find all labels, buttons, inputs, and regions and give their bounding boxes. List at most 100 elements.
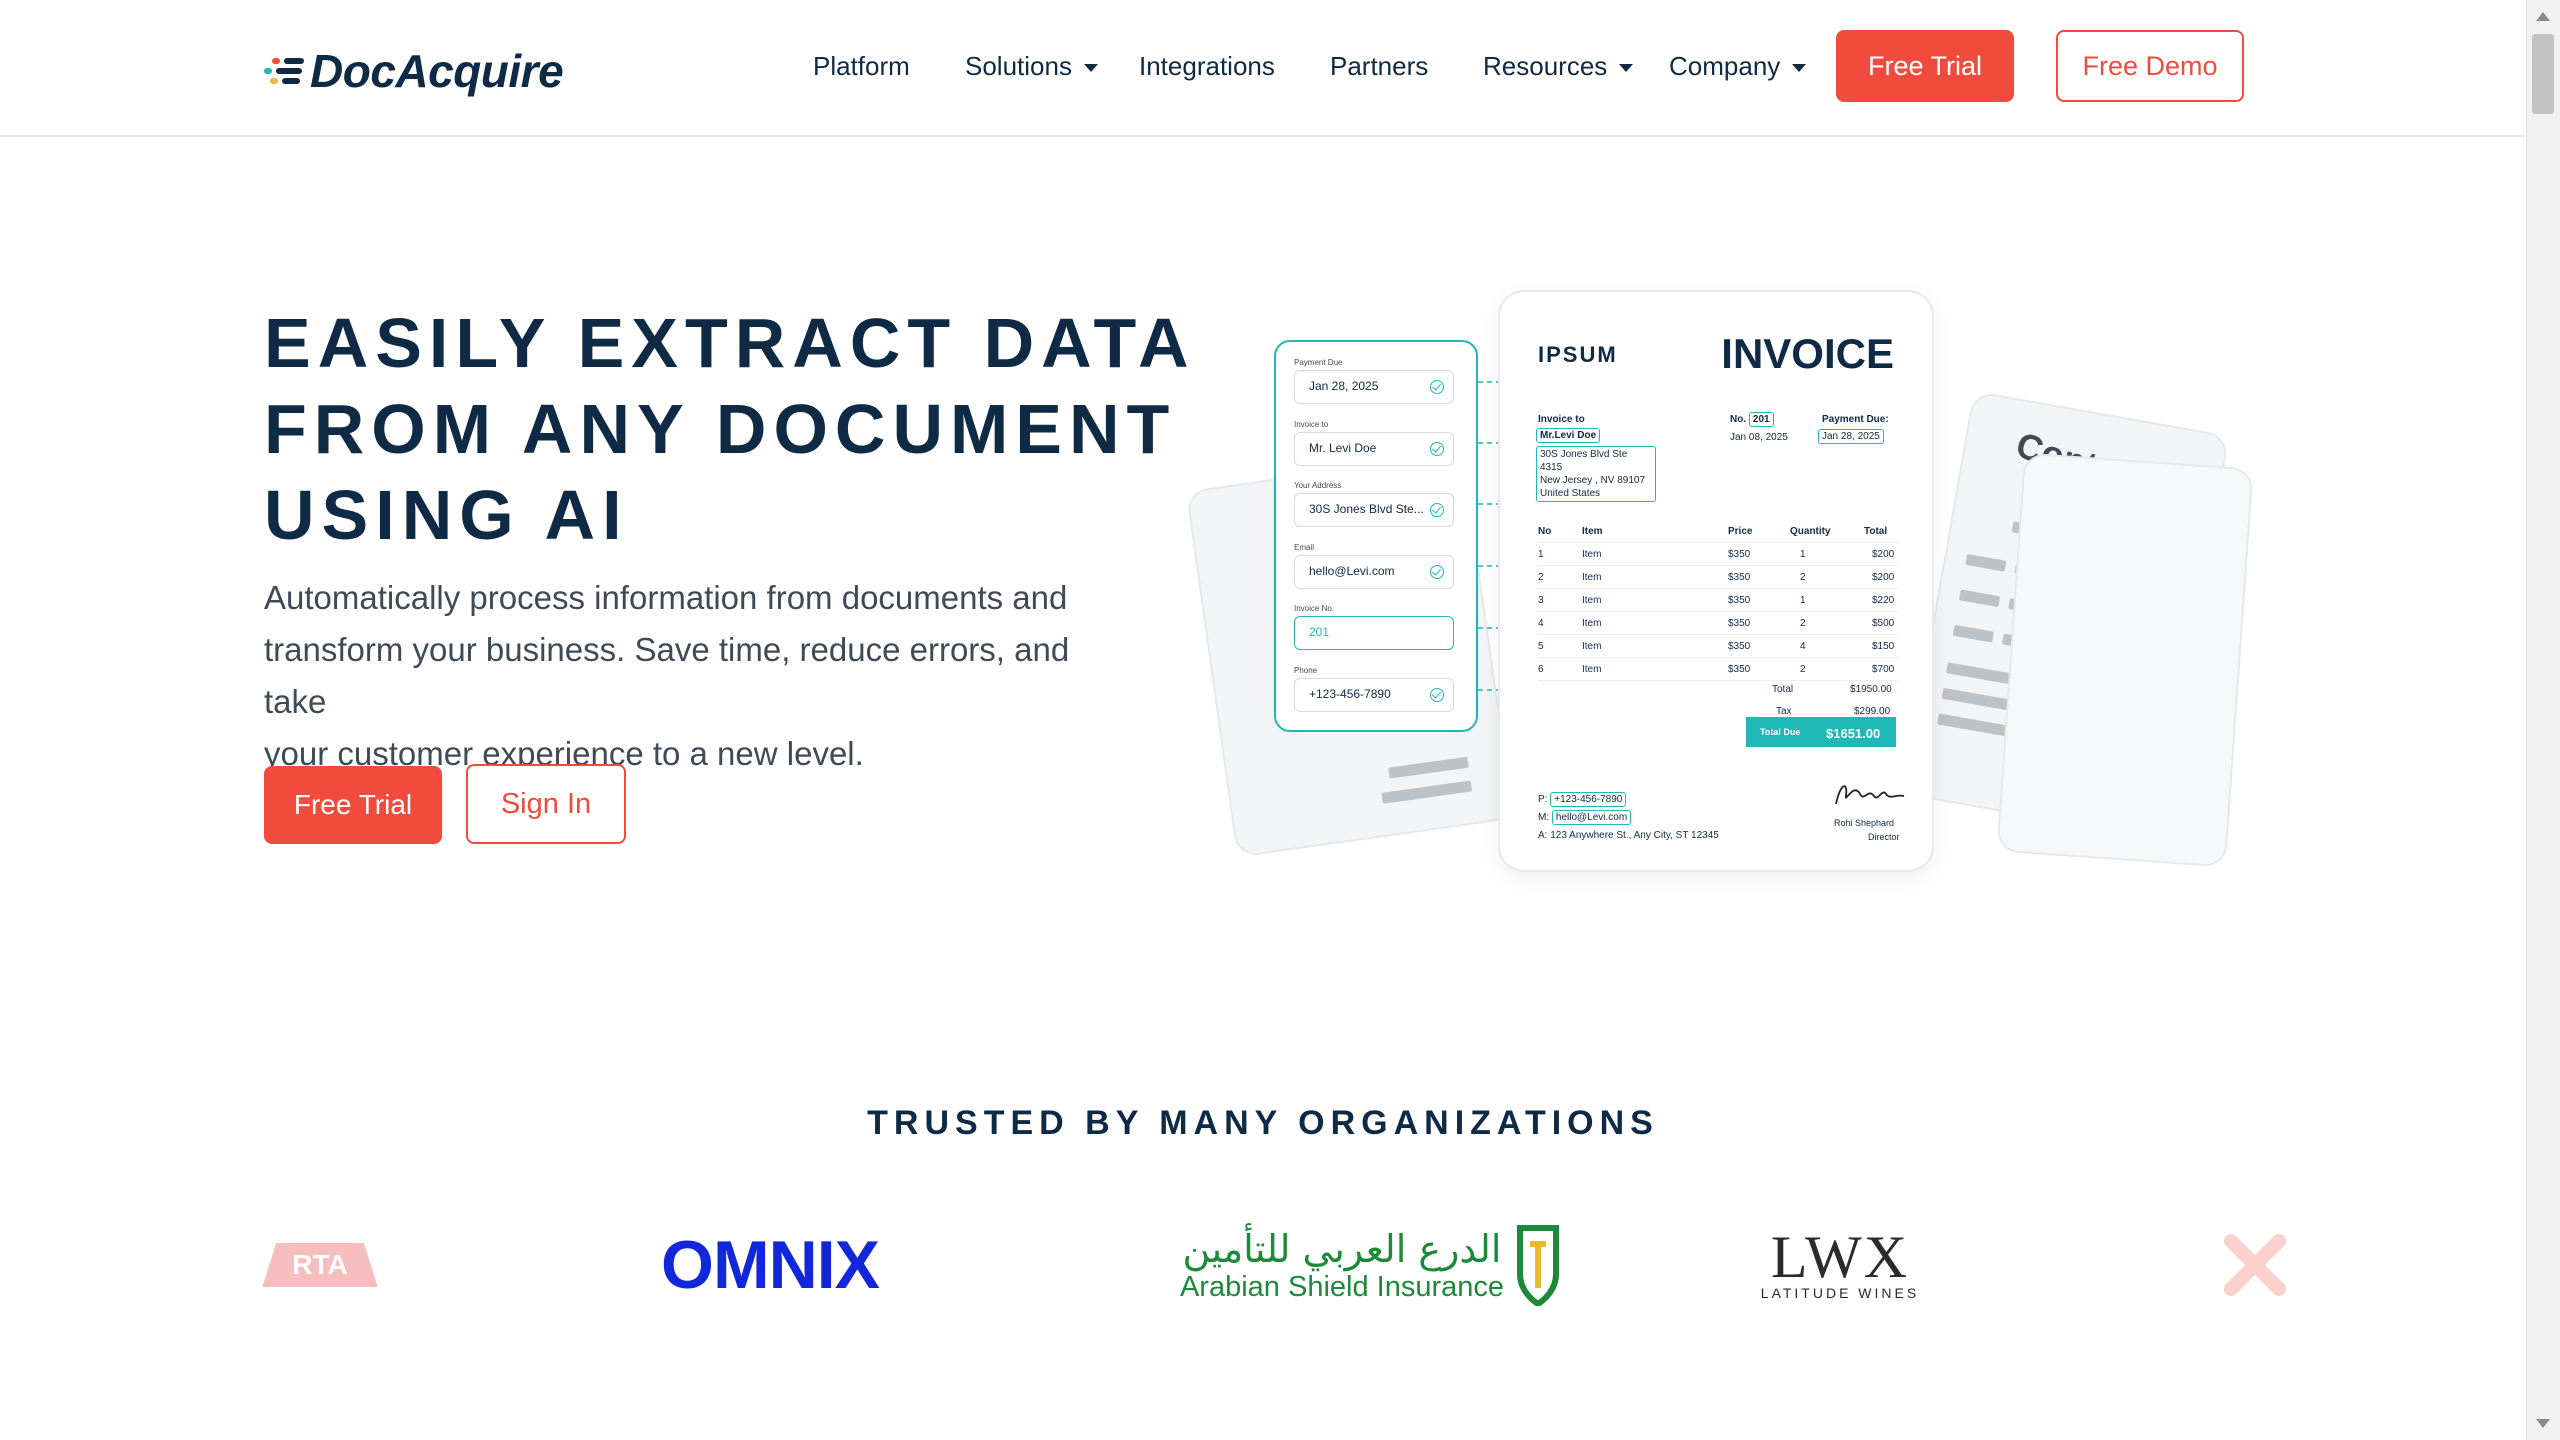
invoice-cell: 3 [1538, 595, 1544, 606]
footer-prefix: P: [1538, 794, 1548, 805]
invoice-cell: Item [1582, 618, 1602, 629]
invoice-cell: 1 [1800, 595, 1806, 606]
check-circle-icon [1430, 380, 1444, 394]
invoice-table-row: 6 Item $350 2 $700 [1538, 658, 1898, 681]
hero-title: EASILY EXTRACT DATA FROM ANY DOCUMENT US… [264, 300, 1196, 558]
hero-sign-in-button[interactable]: Sign In [466, 764, 626, 844]
invoice-cell: Item [1582, 572, 1602, 583]
extracted-field: Phone +123-456-7890 [1294, 666, 1454, 712]
total-label: Total [1772, 684, 1794, 695]
invoice-cell: 1 [1800, 549, 1806, 560]
total-due-value: $1651.00 [1826, 726, 1881, 741]
brand-logo[interactable]: DocAcquire [264, 44, 564, 98]
invoice-cell: 2 [1800, 572, 1806, 583]
invoice-no-value: 201 [1748, 412, 1774, 427]
nav-item-resources[interactable]: Resources [1483, 44, 1634, 88]
invoice-table-row: 3 Item $350 1 $220 [1538, 589, 1898, 612]
total-due-bar: Total Due $1651.00 [1746, 717, 1896, 747]
invoice-cell: $350 [1728, 641, 1751, 652]
extracted-fields-card: Payment Due Jan 28, 2025 Invoice to Mr. Lev… [1274, 340, 1478, 732]
invoice-date: Jan 08, 2025 [1730, 432, 1788, 443]
hero-illustration: Contract IPSUM INVOICE Invoice to Mr.Lev… [1185, 280, 2254, 880]
site-header: DocAcquire Platform Solutions Integratio… [0, 0, 2526, 137]
logo-carousel: RTA OMNIX الدرع العربي للتأمين Arabian S… [230, 1210, 2290, 1320]
nav-label: Resources [1483, 51, 1608, 81]
invoice-table-row: 1 Item $350 1 $200 [1538, 543, 1898, 566]
header-free-trial-button[interactable]: Free Trial [1836, 30, 2014, 102]
extracted-field: Invoice to Mr. Levi Doe [1294, 420, 1454, 466]
arabian-shield-arabic: الدرع العربي للتأمين [1182, 1226, 1502, 1271]
nav-item-partners[interactable]: Partners [1330, 44, 1428, 88]
hero-free-trial-button[interactable]: Free Trial [264, 766, 442, 844]
brand-name: DocAcquire [310, 45, 564, 97]
invoice-table-row: 5 Item $350 4 $150 [1538, 635, 1898, 658]
field-input: Mr. Levi Doe [1294, 431, 1454, 466]
nav-item-company[interactable]: Company [1669, 44, 1807, 88]
invoice-table-row: 4 Item $350 2 $500 [1538, 612, 1898, 635]
column-header: Quantity [1790, 526, 1831, 537]
invoice-no: No. 201 [1730, 412, 1774, 427]
rta-logo: RTA [230, 1210, 410, 1320]
chevron-down-icon [1792, 64, 1807, 73]
field-value: 201 [1309, 625, 1330, 639]
invoice-cell: $350 [1728, 572, 1751, 583]
header-free-demo-button[interactable]: Free Demo [2056, 30, 2244, 102]
invoice-cell: Item [1582, 595, 1602, 606]
logo-mark-icon [264, 54, 306, 88]
invoice-cell: $200 [1872, 549, 1895, 560]
invoice-cell: $150 [1872, 641, 1895, 652]
invoice-cell: $350 [1728, 618, 1751, 629]
invoice-to-label: Invoice to [1538, 414, 1585, 425]
total-due-label: Total Due [1760, 727, 1801, 737]
invoice-cell: $350 [1728, 595, 1751, 606]
scroll-up-arrow-icon[interactable] [2536, 12, 2550, 21]
field-input: 201 [1294, 616, 1454, 650]
footer-prefix: M: [1538, 812, 1550, 823]
payment-due-label: Payment Due: [1822, 414, 1889, 425]
invoice-cell: 5 [1538, 641, 1544, 652]
column-header: Price [1728, 526, 1753, 537]
field-value: 30S Jones Blvd Ste... [1309, 502, 1424, 516]
field-value: Mr. Levi Doe [1309, 440, 1377, 455]
nav-label: Platform [813, 51, 910, 81]
invoice-table-row: 2 Item $350 2 $200 [1538, 566, 1898, 589]
invoice-cell: $350 [1728, 664, 1751, 675]
nav-item-platform[interactable]: Platform [813, 44, 910, 88]
nav-label: Solutions [965, 51, 1072, 81]
page-scrollbar[interactable] [2526, 0, 2560, 1440]
invoice-cell: $220 [1872, 595, 1895, 606]
invoice-cell: 1 [1538, 549, 1544, 560]
field-label: Email [1294, 542, 1315, 552]
partial-logo [2220, 1210, 2290, 1320]
lwx-logo-subtitle: LATITUDE WINES [1760, 1285, 1920, 1301]
field-input: +123-456-7890 [1294, 677, 1454, 712]
column-header: Item [1582, 526, 1603, 537]
hero-title-line: EASILY EXTRACT DATA [264, 304, 1196, 382]
check-circle-icon [1430, 687, 1444, 702]
invoice-cell: $350 [1728, 549, 1751, 560]
scroll-down-arrow-icon[interactable] [2536, 1419, 2550, 1428]
total-value: $1950.00 [1850, 684, 1892, 695]
nav-item-integrations[interactable]: Integrations [1139, 44, 1275, 88]
footer-address: A: 123 Anywhere St., Any City, ST 12345 [1538, 830, 1719, 841]
nav-label: Company [1669, 51, 1781, 81]
scroll-thumb[interactable] [2532, 34, 2554, 114]
field-value: hello@Levi.com [1309, 563, 1395, 578]
invoice-cell: 4 [1538, 618, 1544, 629]
field-input: 30S Jones Blvd Ste... [1294, 493, 1454, 527]
invoice-cell: Item [1582, 641, 1602, 652]
invoice-table: No Item Price Quantity Total 1 Item $350 1 $… [1538, 520, 1898, 681]
invoice-cell: 2 [1800, 664, 1806, 675]
field-value: Jan 28, 2025 [1309, 379, 1379, 393]
column-header: No [1538, 526, 1552, 537]
check-circle-icon [1430, 503, 1444, 517]
chevron-down-icon [1619, 64, 1634, 73]
footer-prefix: A: [1538, 830, 1548, 841]
address-line: 30S Jones Blvd Ste 4315 [1540, 449, 1628, 473]
address-line: New Jersey , NV 89107 [1540, 475, 1646, 486]
nav-item-solutions[interactable]: Solutions [965, 44, 1098, 88]
footer-phone: P: +123-456-7890 [1538, 792, 1627, 807]
field-input: Jan 28, 2025 [1294, 370, 1454, 404]
arabian-shield-english: Arabian Shield Insurance [1179, 1270, 1505, 1303]
trusted-heading: TRUSTED BY MANY ORGANIZATIONS [867, 1104, 1659, 1142]
